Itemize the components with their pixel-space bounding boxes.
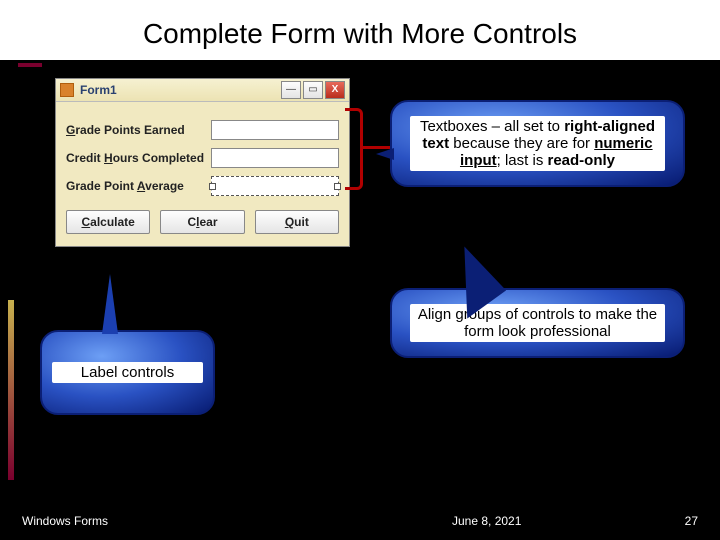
form-window: Form1 — ▭ X Grade Points Earned Credit H… bbox=[55, 78, 350, 247]
callout-align-text: Align groups of controls to make the for… bbox=[410, 304, 665, 342]
textbox-gpa-readonly bbox=[211, 176, 339, 196]
accent-bar bbox=[18, 63, 42, 67]
minimize-button[interactable]: — bbox=[281, 81, 301, 99]
callout-align: Align groups of controls to make the for… bbox=[390, 288, 685, 358]
window-title: Form1 bbox=[80, 83, 281, 97]
titlebar: Form1 — ▭ X bbox=[56, 79, 349, 102]
textbox-grade-points[interactable] bbox=[211, 120, 339, 140]
callout-text: Textboxes – all set to bbox=[420, 118, 564, 135]
app-icon bbox=[60, 83, 74, 97]
label-credit-hours: Credit Hours Completed bbox=[66, 151, 211, 165]
callout-textboxes: Textboxes – all set to right-aligned tex… bbox=[390, 100, 685, 187]
clear-button[interactable]: Clear bbox=[160, 210, 244, 234]
label-gpa: Grade Point Average bbox=[66, 179, 211, 193]
footer-left: Windows Forms bbox=[22, 514, 108, 528]
footer-date: June 8, 2021 bbox=[452, 514, 521, 528]
close-button[interactable]: X bbox=[325, 81, 345, 99]
bracket-icon bbox=[345, 108, 363, 190]
footer-page: 27 bbox=[685, 514, 698, 528]
calculate-button[interactable]: Calculate bbox=[66, 210, 150, 234]
label-grade-points: Grade Points Earned bbox=[66, 123, 211, 137]
footer: Windows Forms June 8, 2021 27 bbox=[22, 514, 698, 528]
slide-title: Complete Form with More Controls bbox=[0, 10, 720, 58]
callout-labels: Label controls bbox=[40, 330, 215, 415]
callout-labels-text: Label controls bbox=[52, 362, 203, 383]
maximize-button[interactable]: ▭ bbox=[303, 81, 323, 99]
textbox-credit-hours[interactable] bbox=[211, 148, 339, 168]
accent-bar-vertical bbox=[8, 300, 14, 480]
quit-button[interactable]: Quit bbox=[255, 210, 339, 234]
